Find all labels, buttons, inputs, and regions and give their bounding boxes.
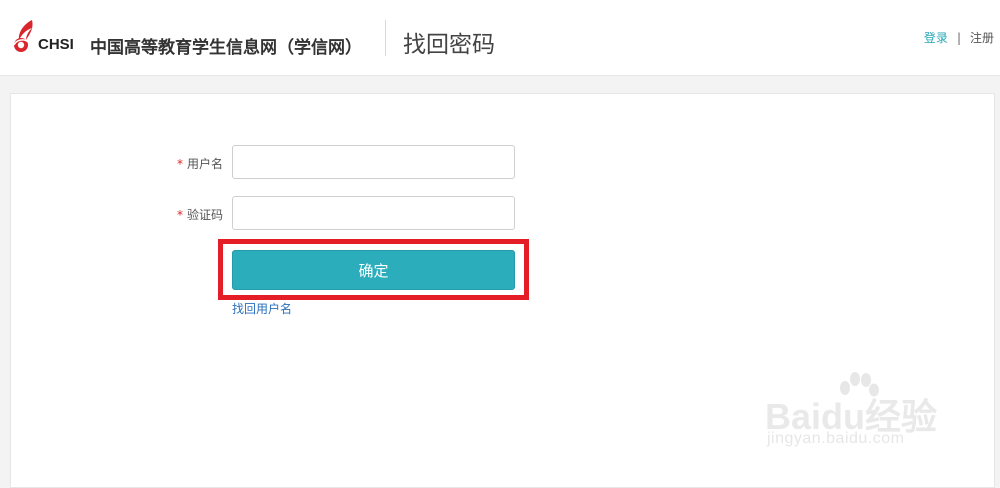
register-link[interactable]: 注册 (970, 31, 994, 45)
find-username-link[interactable]: 找回用户名 (232, 300, 292, 317)
required-mark: * (177, 157, 183, 171)
top-links: 登录 | 注册 (924, 29, 994, 46)
captcha-input[interactable] (232, 196, 515, 230)
watermark-url: jingyan.baidu.com (767, 430, 905, 447)
confirm-button[interactable]: 确定 (232, 250, 515, 290)
baidu-jingyan-watermark: Baidu经验 jingyan.baidu.com (765, 370, 990, 460)
required-mark: * (177, 208, 183, 222)
site-name[interactable]: 中国高等教育学生信息网（学信网） (90, 33, 362, 58)
chsi-logo-icon (13, 20, 33, 52)
header-divider (385, 20, 386, 56)
captcha-label: * 验证码 (177, 206, 223, 223)
login-link[interactable]: 登录 (924, 31, 948, 45)
username-label: * 用户名 (177, 155, 223, 172)
logo-text: CHSI (38, 36, 74, 53)
captcha-label-text: 验证码 (187, 208, 224, 222)
page-title: 找回密码 (403, 32, 495, 58)
page-header: CHSI 中国高等教育学生信息网（学信网） 找回密码 登录 | 注册 (0, 0, 1000, 76)
top-links-separator: | (956, 31, 961, 45)
username-input[interactable] (232, 145, 515, 179)
username-label-text: 用户名 (187, 157, 224, 171)
